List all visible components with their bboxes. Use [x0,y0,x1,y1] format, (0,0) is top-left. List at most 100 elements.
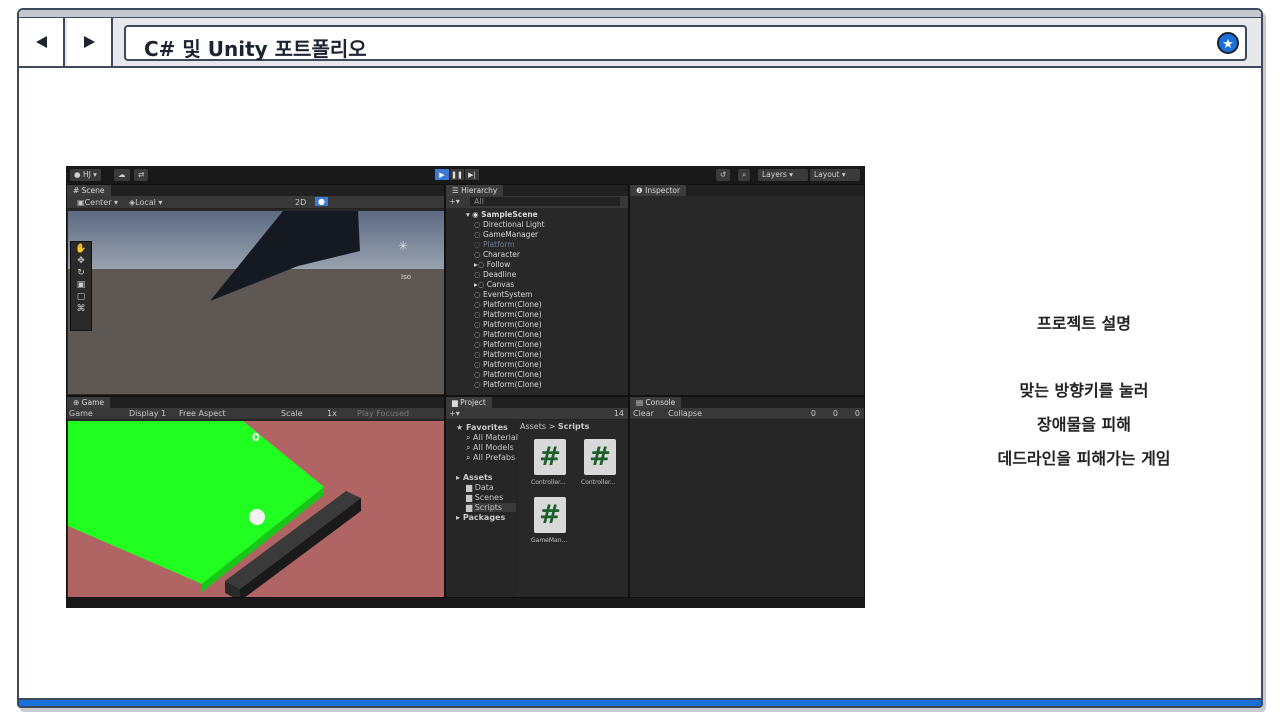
account-label: HJ [82,170,91,179]
hierarchy-item: ▸◌ Canvas [466,280,621,290]
project-count: 14 [613,409,624,418]
move-tool-icon: ✥ [77,256,85,266]
hierarchy-item-label: Platform [482,240,515,249]
hierarchy-search-input: All [470,197,620,206]
forward-button[interactable] [67,18,113,66]
address-bar[interactable]: C# 및 Unity 포트폴리오 ★ [124,25,1247,61]
play-focused-dropdown: Play Focused [357,409,410,418]
hierarchy-item: ◌ Platform(Clone) [466,330,621,340]
hierarchy-item-label: Follow [486,260,511,269]
back-button[interactable] [19,18,65,66]
unity-status-bar [66,598,865,608]
file-label: Controller... [581,479,616,486]
script-file-icon: # [534,439,566,475]
game-panel: ⊕ Game Game Display 1 Free Aspect Scale … [66,396,445,598]
account-dropdown: ● HJ ▾ [70,169,101,181]
hierarchy-item: ▸◌ Follow [466,260,621,270]
fav-item: ⌕ All Material [466,433,518,442]
clear-button: Clear [633,409,654,418]
hierarchy-tab-label: Hierarchy [461,186,498,195]
file-label: Controller... [531,479,566,486]
gameobject-icon: ◌ [474,360,483,369]
inspector-tab-label: Inspector [645,186,681,195]
hierarchy-item-label: Character [482,250,520,259]
asset-folder: ▆ Scenes [466,493,504,502]
gameobject-icon: ◌ [474,340,483,349]
search-icon: ⌕ [738,169,751,181]
pause-icon: ❚❚ [450,169,464,180]
log-count: 0 [810,409,816,418]
gameobject-icon: ◌ [474,250,483,259]
assets-folder: ▸ Assets [456,473,493,482]
scale-value: 1x [327,409,337,418]
browser-toolbar: C# 및 Unity 포트폴리오 ★ [19,10,1261,68]
packages-label: Packages [462,513,506,522]
hierarchy-panel: ☰ Hierarchy +▾ All ▾ ◉ SampleScene ◌ Dire… [445,184,629,396]
game-panel-header [67,397,444,408]
space-dropdown: ◈Local ▾ [129,198,163,207]
hierarchy-item-label: Platform(Clone) [482,380,542,389]
pivot-label: Center [84,198,112,207]
mode-2d-toggle: 2D [295,198,307,207]
star-icon[interactable]: ★ [1217,32,1239,54]
play-controls: ▶ ❚❚ ▶| [435,169,479,180]
tab-scene: # Scene [67,185,111,196]
play-icon: ▶ [435,169,449,180]
bottom-accent-bar [19,698,1261,706]
asset-folder: ▆ Scripts [466,503,516,512]
script-file-icon: # [584,439,616,475]
aspect-dropdown: Free Aspect [179,409,226,418]
rotate-tool-icon: ↻ [77,268,85,278]
hierarchy-item-label: Platform(Clone) [482,360,542,369]
game-render [68,421,361,597]
fav-item-label: All Prefabs [473,453,516,462]
hierarchy-item-label: Platform(Clone) [482,340,542,349]
hierarchy-searchbar: +▾ All [446,196,628,208]
gameobject-icon: ◌ [474,350,483,359]
step-icon: ▶| [465,169,479,180]
fav-item-label: All Models [473,443,514,452]
asset-folder-label: Data [474,483,494,492]
packages-folder: ▸ Packages [456,513,506,522]
browser-window: C# 및 Unity 포트폴리오 ★ ● HJ ▾ ☁ ⇄ ▶ ❚❚ ▶| ↺ … [17,8,1263,708]
console-panel: ▤ Console Clear Collapse 0 0 0 [629,396,865,598]
hierarchy-item-label: Platform(Clone) [482,300,542,309]
console-tab-label: Console [645,398,676,407]
file-label: GameMan... [531,537,568,544]
hierarchy-item-label: GameManager [482,230,539,239]
hierarchy-item: ◌ Platform(Clone) [466,370,621,380]
gameobject-icon: ◌ [474,370,483,379]
project-tree: ★ Favorites ⌕ All Material ⌕ All Models … [446,421,518,597]
inspector-panel: ❶ Inspector [629,184,865,396]
display-dropdown: Display 1 [129,409,167,418]
scene-platform-shape [210,211,360,301]
triangle-right-icon [83,36,95,48]
pivot-dropdown: ▣Center ▾ [77,198,119,207]
layers-label: Layers [762,170,787,179]
hierarchy-item-label: Platform(Clone) [482,310,542,319]
project-add-icon: +▾ [449,409,460,418]
gameobject-icon: ▸◌ [474,280,487,289]
gameobject-icon: ◌ [474,380,483,389]
game-tab-label: Game [81,398,104,407]
game-mode-dropdown: Game [69,409,93,418]
fav-item: ⌕ All Prefabs [466,453,516,462]
gameobject-icon: ◌ [474,240,483,249]
description-line: 장애물을 피해 [1037,415,1131,434]
fav-item-label: All Material [473,433,518,442]
scene-tool-column: ✋ ✥ ↻ ▣ ▢ ⌘ [70,241,92,331]
collab-icon: ⇄ [134,169,149,181]
hierarchy-item-label: Deadline [482,270,517,279]
light-icon: ● [315,197,328,206]
asset-folder-label: Scenes [474,493,504,502]
gameobject-icon: ◌ [474,300,483,309]
rect-tool-icon: ▢ [76,292,86,302]
layers-dropdown: Layers ▾ [758,169,808,181]
space-label: Local [135,198,156,207]
gameobject-icon: ◌ [474,290,483,299]
hierarchy-item: ◌ Platform(Clone) [466,320,621,330]
project-tab-label: Project [460,398,486,407]
layout-dropdown: Layout ▾ [810,169,860,181]
scene-panel: # Scene ▣Center ▾ ◈Local ▾ 2D ● ✋ ✥ ↻ ▣ … [66,184,445,396]
hierarchy-item: ◌ Platform(Clone) [466,350,621,360]
